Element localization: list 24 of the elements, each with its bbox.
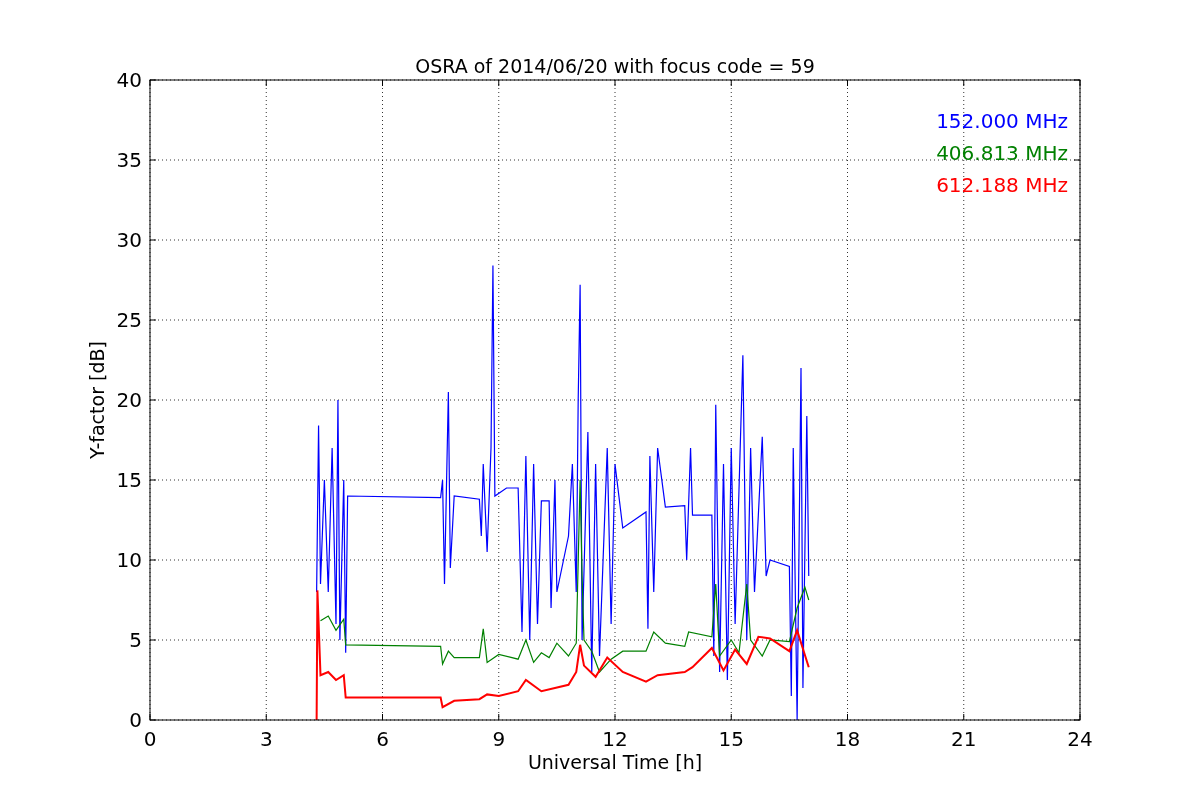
y-tick-label: 30 xyxy=(116,228,142,252)
x-axis-label: Universal Time [h] xyxy=(527,751,703,773)
x-tick-label: 24 xyxy=(1067,727,1093,751)
x-tick-label: 0 xyxy=(143,727,157,751)
x-tick-label: 15 xyxy=(718,727,744,751)
y-tick-label: 25 xyxy=(116,308,142,332)
chart-title: OSRA of 2014/06/20 with focus code = 59 xyxy=(415,55,815,77)
legend-label: 406.813 MHz xyxy=(936,141,1068,165)
y-tick-label: 10 xyxy=(116,548,142,572)
legend-label: 612.188 MHz xyxy=(936,173,1068,197)
x-tick-label: 12 xyxy=(602,727,628,751)
y-tick-label: 5 xyxy=(129,628,142,652)
y-tick-label: 0 xyxy=(129,708,142,732)
y-tick-label: 20 xyxy=(116,388,142,412)
x-tick-label: 9 xyxy=(492,727,506,751)
y-tick-label: 40 xyxy=(116,68,142,92)
x-tick-label: 18 xyxy=(834,727,861,751)
y-tick-label: 15 xyxy=(116,468,142,492)
x-tick-label: 21 xyxy=(951,727,977,751)
x-tick-label: 6 xyxy=(376,727,389,751)
y-axis-label: Y-factor [dB] xyxy=(86,341,108,459)
x-tick-label: 3 xyxy=(259,727,273,751)
legend-label: 152.000 MHz xyxy=(936,109,1068,133)
y-tick-label: 35 xyxy=(116,148,142,172)
